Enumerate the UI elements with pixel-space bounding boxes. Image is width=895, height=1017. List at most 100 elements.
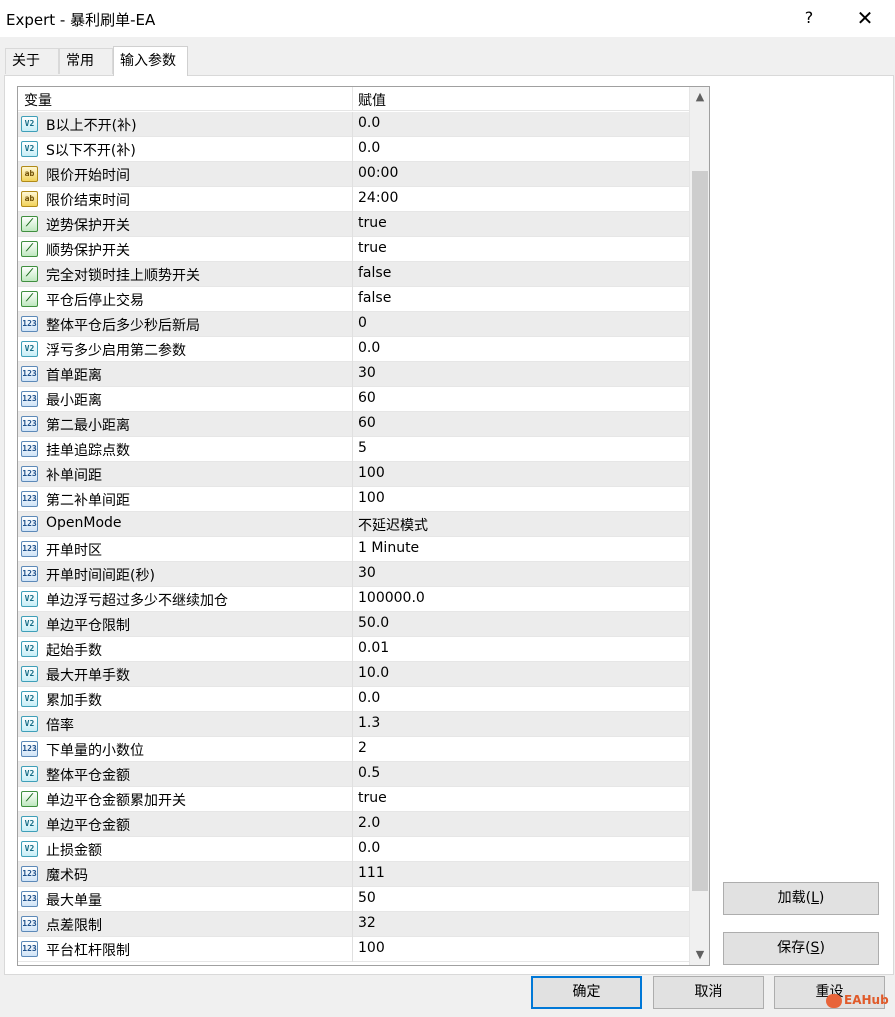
table-row[interactable]: 123 首单距离 30 bbox=[18, 362, 689, 387]
param-value[interactable]: 10.0 bbox=[358, 665, 389, 681]
table-row[interactable]: V2 倍率 1.3 bbox=[18, 712, 689, 737]
table-row[interactable]: ⟋ 顺势保护开关 true bbox=[18, 237, 689, 262]
table-row[interactable]: 123 挂单追踪点数 5 bbox=[18, 437, 689, 462]
column-header-value[interactable]: 赋值 bbox=[358, 90, 386, 110]
cancel-button[interactable]: 取消 bbox=[653, 976, 764, 1009]
param-value[interactable]: 1 Minute bbox=[358, 540, 419, 556]
param-value[interactable]: 5 bbox=[358, 440, 367, 456]
param-name: 点差限制 bbox=[46, 918, 102, 934]
table-row[interactable]: V2 最大开单手数 10.0 bbox=[18, 662, 689, 687]
table-row[interactable]: 123 魔术码 111 bbox=[18, 862, 689, 887]
load-button-label: 加载 bbox=[777, 890, 806, 906]
cell-divider bbox=[352, 112, 353, 137]
table-row[interactable]: V2 S以下不开(补) 0.0 bbox=[18, 137, 689, 162]
table-row[interactable]: V2 累加手数 0.0 bbox=[18, 687, 689, 712]
cell-divider bbox=[352, 937, 353, 962]
load-hotkey: L bbox=[811, 890, 819, 906]
scroll-down-arrow-icon[interactable]: ▼ bbox=[690, 945, 709, 965]
scroll-up-arrow-icon[interactable]: ▲ bbox=[690, 87, 709, 107]
param-value[interactable]: 30 bbox=[358, 365, 376, 381]
param-value[interactable]: 1.3 bbox=[358, 715, 380, 731]
param-value[interactable]: false bbox=[358, 265, 391, 281]
table-row[interactable]: V2 整体平仓金额 0.5 bbox=[18, 762, 689, 787]
param-name: 第二补单间距 bbox=[46, 493, 130, 509]
param-name: OpenMode bbox=[46, 515, 122, 531]
table-row[interactable]: 123 最大单量 50 bbox=[18, 887, 689, 912]
help-button[interactable]: ? bbox=[795, 4, 823, 32]
table-row[interactable]: ab 限价开始时间 00:00 bbox=[18, 162, 689, 187]
table-row[interactable]: 123 最小距离 60 bbox=[18, 387, 689, 412]
param-value[interactable]: 0.0 bbox=[358, 840, 380, 856]
vertical-scrollbar[interactable]: ▲ ▼ bbox=[689, 87, 709, 965]
table-row[interactable]: ⟋ 平仓后停止交易 false bbox=[18, 287, 689, 312]
param-value[interactable]: true bbox=[358, 215, 387, 231]
ok-button[interactable]: 确定 bbox=[531, 976, 642, 1009]
table-row[interactable]: V2 起始手数 0.01 bbox=[18, 637, 689, 662]
table-row[interactable]: V2 单边浮亏超过多少不继续加仓 100000.0 bbox=[18, 587, 689, 612]
param-value[interactable]: 00:00 bbox=[358, 165, 398, 181]
table-row[interactable]: 123 整体平仓后多少秒后新局 0 bbox=[18, 312, 689, 337]
double-type-icon: V2 bbox=[21, 341, 38, 357]
table-row[interactable]: 123 平台杠杆限制 100 bbox=[18, 937, 689, 962]
param-value[interactable]: 0.0 bbox=[358, 340, 380, 356]
table-row[interactable]: 123 OpenMode 不延迟模式 bbox=[18, 512, 689, 537]
param-value[interactable]: 0.5 bbox=[358, 765, 380, 781]
table-row[interactable]: ⟋ 逆势保护开关 true bbox=[18, 212, 689, 237]
param-value[interactable]: 2.0 bbox=[358, 815, 380, 831]
param-value[interactable]: false bbox=[358, 290, 391, 306]
param-value[interactable]: 0 bbox=[358, 315, 367, 331]
tab-inputs[interactable]: 输入参数 bbox=[113, 46, 188, 76]
param-value[interactable]: true bbox=[358, 790, 387, 806]
table-row[interactable]: 123 开单时间间距(秒) 30 bbox=[18, 562, 689, 587]
cell-divider bbox=[352, 887, 353, 912]
param-value[interactable]: 2 bbox=[358, 740, 367, 756]
cell-divider bbox=[352, 162, 353, 187]
close-button[interactable]: ✕ bbox=[850, 4, 880, 32]
param-value[interactable]: true bbox=[358, 240, 387, 256]
save-button[interactable]: 保存(S) bbox=[723, 932, 879, 965]
param-value[interactable]: 24:00 bbox=[358, 190, 398, 206]
cell-divider bbox=[352, 687, 353, 712]
table-row[interactable]: V2 止损金额 0.0 bbox=[18, 837, 689, 862]
table-row[interactable]: V2 单边平仓限制 50.0 bbox=[18, 612, 689, 637]
column-header-variable[interactable]: 变量 bbox=[24, 90, 52, 110]
param-value[interactable]: 100 bbox=[358, 940, 385, 956]
tab-about[interactable]: 关于 bbox=[5, 48, 59, 74]
cell-divider bbox=[352, 512, 353, 537]
table-row[interactable]: 123 下单量的小数位 2 bbox=[18, 737, 689, 762]
table-row[interactable]: V2 单边平仓金额 2.0 bbox=[18, 812, 689, 837]
param-value[interactable]: 0.0 bbox=[358, 140, 380, 156]
param-value[interactable]: 50.0 bbox=[358, 615, 389, 631]
save-hotkey: S bbox=[810, 940, 820, 956]
param-value[interactable]: 100000.0 bbox=[358, 590, 425, 606]
table-row[interactable]: ⟋ 单边平仓金额累加开关 true bbox=[18, 787, 689, 812]
table-row[interactable]: ab 限价结束时间 24:00 bbox=[18, 187, 689, 212]
table-row[interactable]: 123 开单时区 1 Minute bbox=[18, 537, 689, 562]
table-row[interactable]: V2 浮亏多少启用第二参数 0.0 bbox=[18, 337, 689, 362]
param-name: 单边平仓限制 bbox=[46, 618, 130, 634]
param-value[interactable]: 100 bbox=[358, 490, 385, 506]
param-value[interactable]: 0.0 bbox=[358, 115, 380, 131]
cell-divider bbox=[352, 712, 353, 737]
load-button[interactable]: 加载(L) bbox=[723, 882, 879, 915]
param-value[interactable]: 60 bbox=[358, 415, 376, 431]
table-row[interactable]: 123 第二补单间距 100 bbox=[18, 487, 689, 512]
table-row[interactable]: V2 B以上不开(补) 0.0 bbox=[18, 112, 689, 137]
param-value[interactable]: 100 bbox=[358, 465, 385, 481]
table-row[interactable]: 123 补单间距 100 bbox=[18, 462, 689, 487]
param-value[interactable]: 30 bbox=[358, 565, 376, 581]
table-row[interactable]: 123 第二最小距离 60 bbox=[18, 412, 689, 437]
param-value[interactable]: 50 bbox=[358, 890, 376, 906]
param-value[interactable]: 111 bbox=[358, 865, 385, 881]
table-row[interactable]: ⟋ 完全对锁时挂上顺势开关 false bbox=[18, 262, 689, 287]
param-value[interactable]: 60 bbox=[358, 390, 376, 406]
integer-type-icon: 123 bbox=[21, 566, 38, 582]
param-value[interactable]: 0.0 bbox=[358, 690, 380, 706]
param-value[interactable]: 0.01 bbox=[358, 640, 389, 656]
tab-common[interactable]: 常用 bbox=[59, 48, 113, 74]
scroll-thumb[interactable] bbox=[692, 171, 708, 891]
table-row[interactable]: 123 点差限制 32 bbox=[18, 912, 689, 937]
param-value[interactable]: 32 bbox=[358, 915, 376, 931]
column-divider[interactable] bbox=[352, 87, 353, 111]
param-value[interactable]: 不延迟模式 bbox=[358, 515, 428, 535]
